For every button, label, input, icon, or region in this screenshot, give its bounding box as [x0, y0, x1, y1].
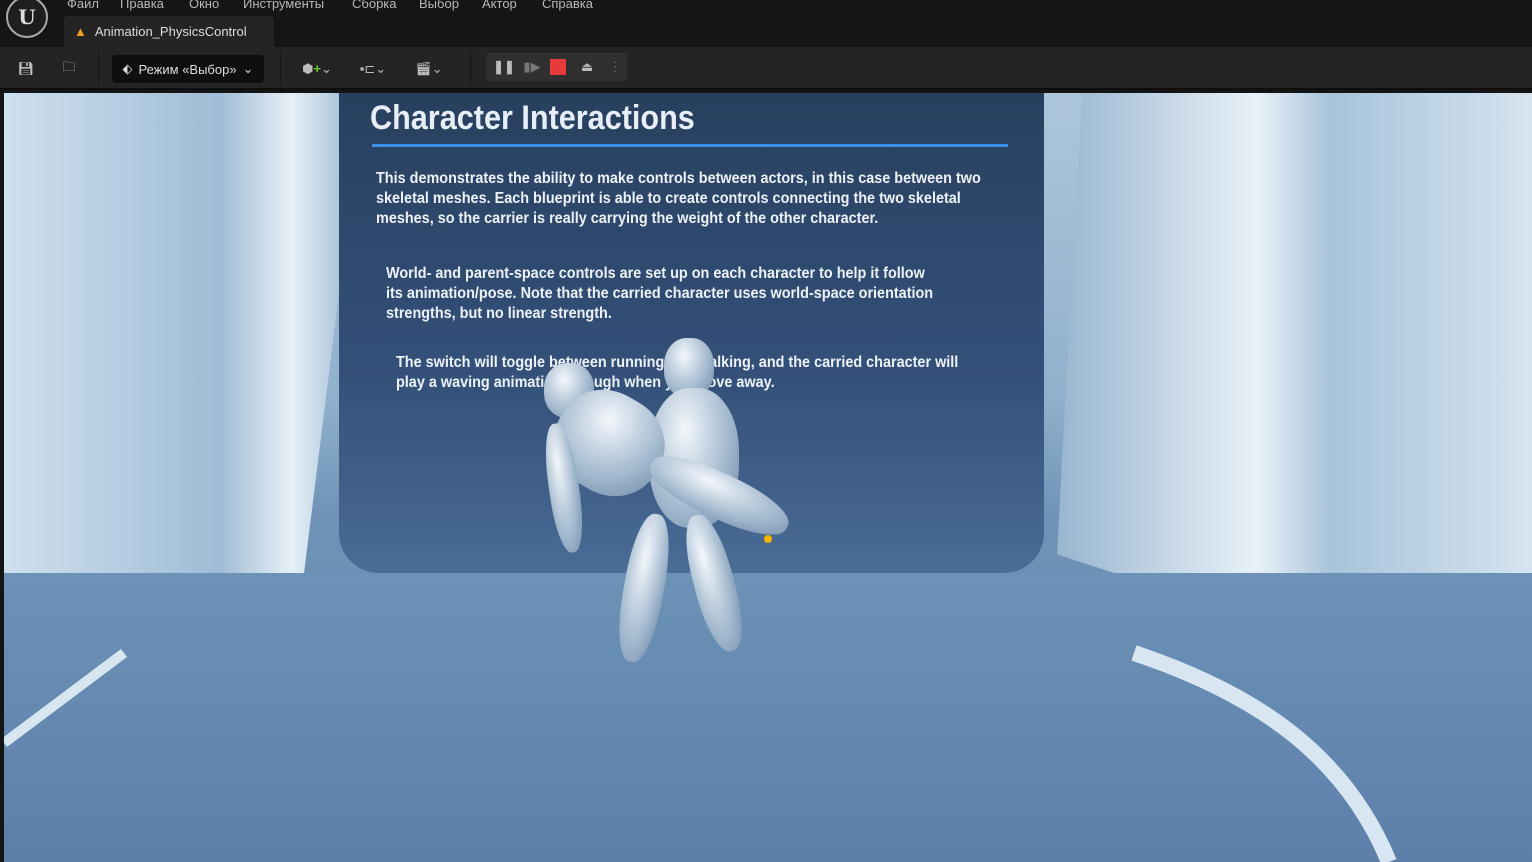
step-icon[interactable]: ▮▶ — [522, 53, 542, 81]
save-icon[interactable]: 💾︎ — [14, 55, 38, 83]
line: World- and parent-space controls are set… — [386, 265, 925, 282]
blueprint-button[interactable]: ▪⊏ ⌄ — [354, 55, 392, 83]
line: strengths, but no linear strength. — [386, 305, 612, 322]
line: skeletal meshes. Each blueprint is able … — [376, 190, 961, 207]
add-actor-button[interactable]: ⬢+ ⌄ — [298, 55, 336, 83]
panel-title: Character Interactions — [370, 99, 695, 137]
pivot-gizmo[interactable] — [764, 535, 772, 543]
tab-level[interactable]: ▲ Animation_PhysicsControl — [64, 16, 274, 47]
line: meshes, so the carrier is really carryin… — [376, 210, 879, 227]
line: its animation/pose. Note that the carrie… — [386, 285, 934, 302]
menu-bar: U Файл Правка Окно Инструменты Сборка Вы… — [0, 0, 1532, 47]
menu-window[interactable]: Окно — [189, 0, 219, 11]
menu-actor[interactable]: Актор — [482, 0, 517, 11]
chevron-down-icon: ⌄ — [242, 61, 254, 76]
menu-file[interactable]: Файл — [67, 0, 99, 11]
blueprint-icon: ▪⊏ — [359, 61, 376, 76]
cinematics-button[interactable]: 🎬︎ ⌄ — [410, 55, 448, 83]
more-options-icon[interactable]: ⋮ — [606, 53, 624, 81]
play-controls: ❚❚ ▮▶ ⏏ ⋮ — [486, 53, 627, 81]
menu-build[interactable]: Сборка — [352, 0, 397, 11]
level-icon: ▲ — [74, 24, 87, 39]
menu-edit[interactable]: Правка — [120, 0, 164, 11]
menu-select[interactable]: Выбор — [419, 0, 459, 11]
paragraph-2: World- and parent-space controls are set… — [386, 264, 933, 324]
title-underline — [372, 144, 1008, 147]
browse-icon[interactable]: 🗀 — [57, 55, 81, 83]
unreal-logo[interactable]: U — [6, 0, 48, 38]
eject-icon[interactable]: ⏏ — [576, 53, 598, 81]
mode-select-dropdown[interactable]: ⬖ Режим «Выбор» ⌄ — [112, 55, 264, 83]
tab-title: Animation_PhysicsControl — [94, 24, 247, 39]
menu-tools[interactable]: Инструменты — [243, 0, 324, 11]
line: This demonstrates the ability to make co… — [376, 170, 981, 187]
mode-label: Режим «Выбор» — [138, 61, 237, 77]
cursor-icon: ⬖ — [122, 61, 133, 76]
clapper-icon: 🎬︎ — [415, 61, 432, 76]
menu-help[interactable]: Справка — [542, 0, 593, 11]
add-actor-icon: ⬢+ — [302, 61, 322, 76]
toolbar: 💾︎ 🗀 ⬖ Режим «Выбор» ⌄ ⬢+ ⌄ ▪⊏ ⌄ 🎬︎ ⌄ — [0, 47, 1532, 90]
level-viewport[interactable]: Character Interactions This demonstrates… — [4, 93, 1532, 862]
paragraph-1: This demonstrates the ability to make co… — [376, 169, 981, 229]
stop-icon[interactable] — [550, 59, 566, 75]
pause-icon[interactable]: ❚❚ — [493, 53, 515, 81]
